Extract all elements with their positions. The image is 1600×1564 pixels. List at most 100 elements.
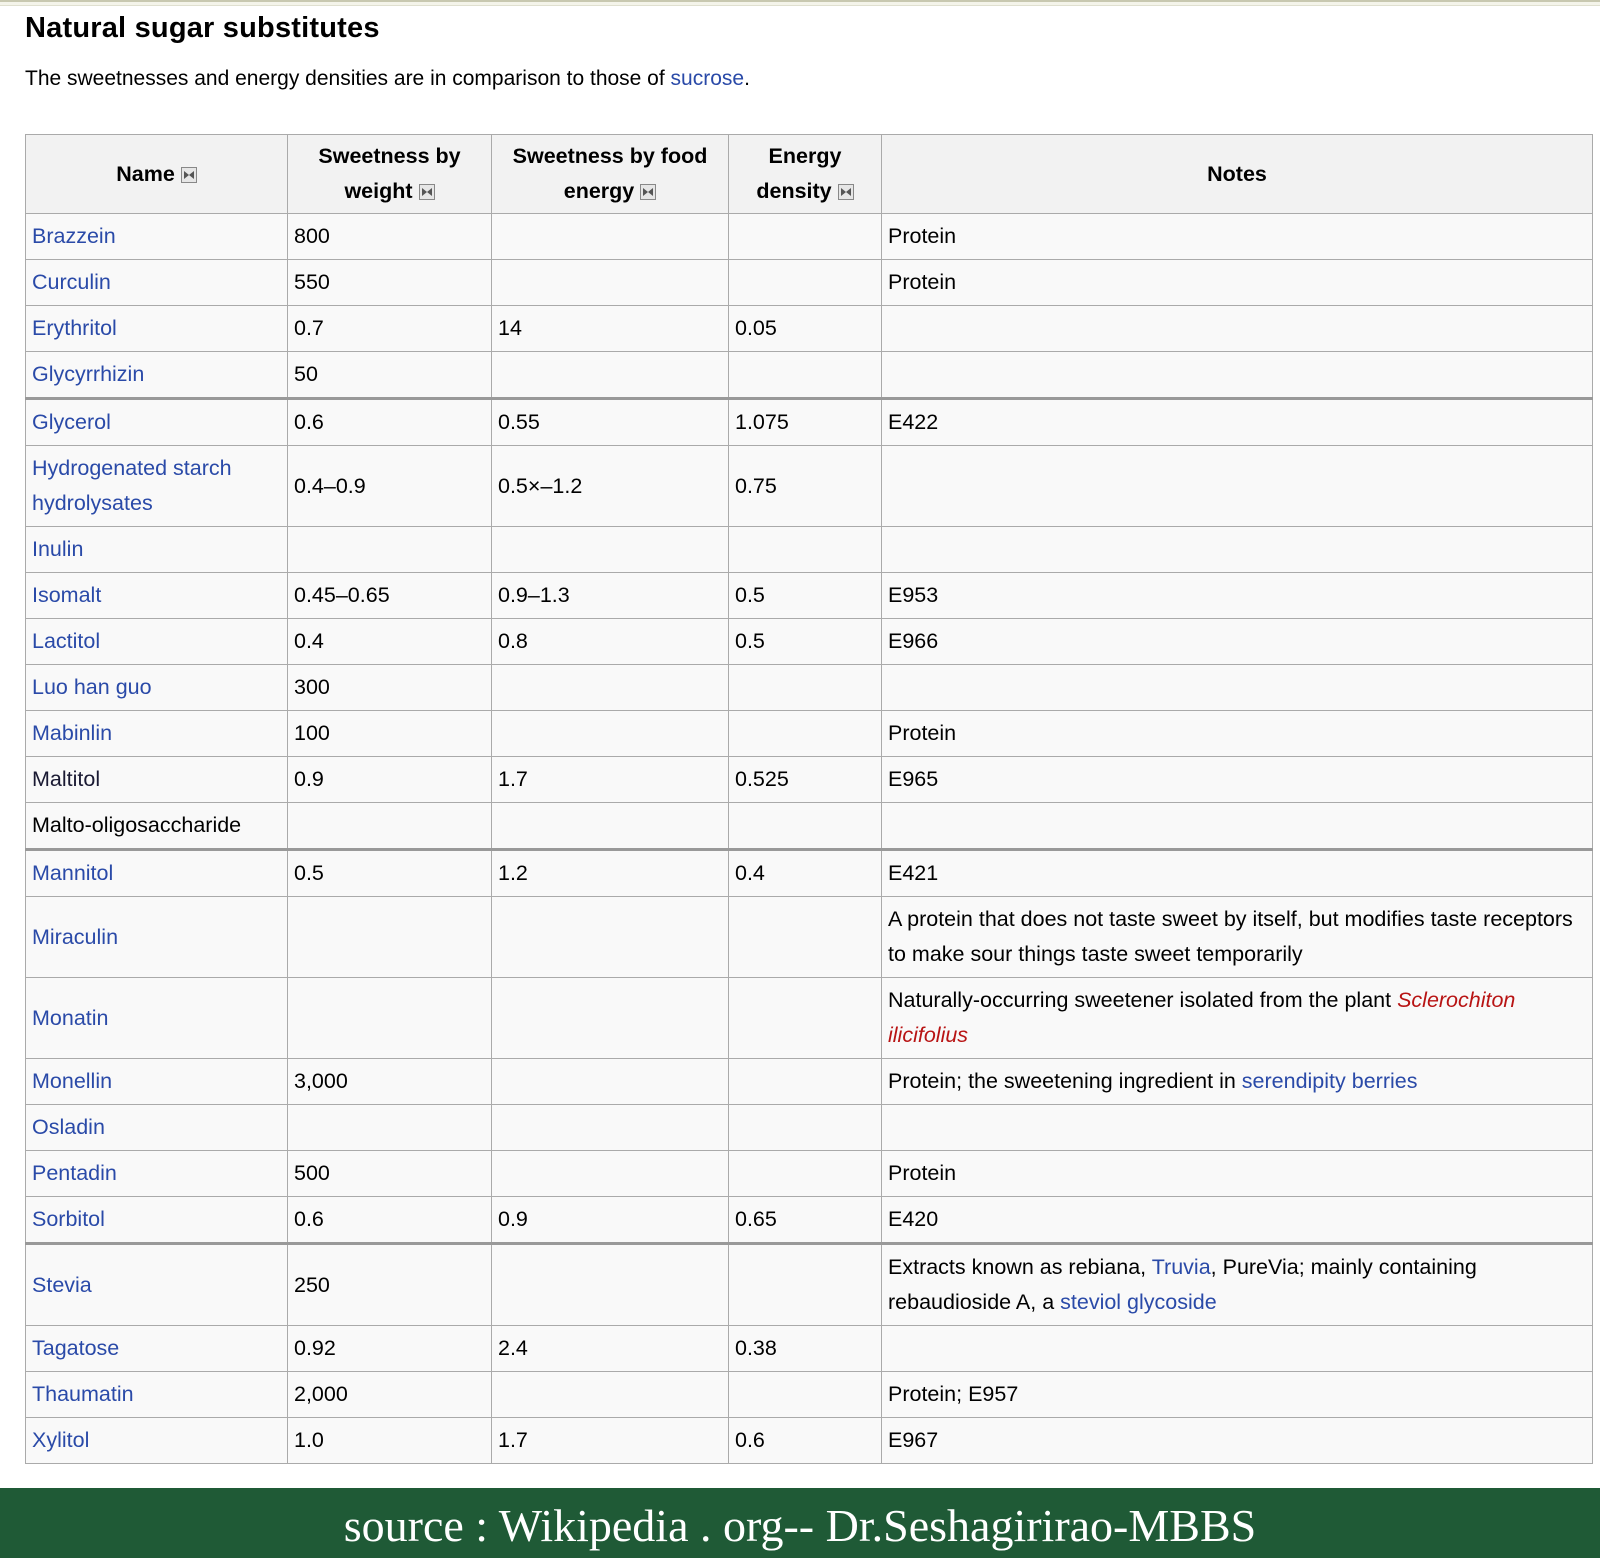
cell-sweetness-weight: 0.6 [287, 397, 492, 446]
header-sweetness-energy-label: Sweetness by food energy [512, 144, 708, 203]
cell-sweetness-energy [491, 1242, 729, 1326]
cell-sweetness-weight: 0.4–0.9 [287, 445, 492, 527]
cell-name: Xylitol [25, 1417, 288, 1464]
header-energy-density-label: Energy density [756, 144, 842, 203]
cell-sweetness-weight: 500 [287, 1150, 492, 1197]
substance-link[interactable]: Xylitol [32, 1428, 89, 1452]
cell-sweetness-weight: 250 [287, 1242, 492, 1326]
notes-text: Protein; E957 [888, 1382, 1019, 1406]
cell-energy-density [728, 710, 882, 757]
notes-text: A protein that does not taste sweet by i… [888, 907, 1573, 966]
header-name[interactable]: Name [25, 134, 288, 214]
cell-sweetness-energy: 0.5×–1.2 [491, 445, 729, 527]
sucrose-link[interactable]: sucrose [671, 67, 745, 90]
header-sweetness-energy[interactable]: Sweetness by food energy [491, 134, 729, 214]
substance-link[interactable]: Tagatose [32, 1336, 119, 1360]
cell-name: Pentadin [25, 1150, 288, 1197]
sort-icon[interactable] [180, 166, 197, 183]
cell-sweetness-energy [491, 710, 729, 757]
substance-link[interactable]: Hydrogenated starch hydrolysates [32, 456, 232, 515]
substance-link[interactable]: Sorbitol [32, 1207, 105, 1231]
cell-name: Thaumatin [25, 1371, 288, 1418]
substance-link[interactable]: Brazzein [32, 224, 116, 248]
table-header-row: Name Sweetness by weight Sweetness by fo… [25, 134, 1593, 214]
notes-text: E966 [888, 629, 939, 653]
cell-sweetness-energy: 1.7 [491, 756, 729, 803]
cell-sweetness-weight: 0.6 [287, 1196, 492, 1244]
cell-sweetness-weight: 800 [287, 213, 492, 260]
substance-link[interactable]: Lactitol [32, 629, 100, 653]
sort-icon[interactable] [418, 184, 435, 200]
cell-name: Miraculin [25, 896, 288, 978]
substance-link[interactable]: Monatin [32, 1006, 109, 1030]
header-notes-label: Notes [1207, 161, 1267, 186]
cell-notes [881, 1325, 1593, 1372]
cell-notes: Protein [881, 259, 1593, 306]
cell-notes: Protein; the sweetening ingredient in se… [881, 1058, 1593, 1105]
table-row: Malto-oligosaccharide [25, 802, 1593, 850]
substance-link[interactable]: Mabinlin [32, 721, 112, 745]
cell-notes: Protein [881, 710, 1593, 757]
cell-energy-density [728, 896, 882, 978]
sugar-substitutes-table: Name Sweetness by weight Sweetness by fo… [25, 134, 1593, 1464]
notes-link[interactable]: serendipity berries [1242, 1069, 1418, 1093]
notes-text: Extracts known as rebiana, [888, 1255, 1152, 1279]
header-name-label: Name [116, 161, 175, 186]
cell-sweetness-energy [491, 1150, 729, 1197]
cell-energy-density [728, 1104, 882, 1151]
cell-name: Curculin [25, 259, 288, 306]
substance-link[interactable]: Isomalt [32, 583, 101, 607]
sort-icon[interactable] [837, 184, 854, 200]
cell-sweetness-energy: 2.4 [491, 1325, 729, 1372]
steviol-glycoside-link[interactable]: steviol glycoside [1060, 1290, 1217, 1314]
substance-link[interactable]: Curculin [32, 270, 111, 294]
substance-link[interactable]: Thaumatin [32, 1382, 134, 1406]
truvia-link[interactable]: Truvia [1152, 1255, 1211, 1279]
cell-energy-density: 0.65 [728, 1196, 882, 1244]
cell-sweetness-energy: 0.9 [491, 1196, 729, 1244]
table-row: Monatin Naturally-occurring sweetener iso… [25, 977, 1593, 1059]
substance-link[interactable]: Glycerol [32, 410, 111, 434]
cell-energy-density: 0.5 [728, 618, 882, 665]
substance-link[interactable]: Erythritol [32, 316, 117, 340]
cell-name: Maltitol [25, 756, 288, 803]
table-body: Brazzein 800 Protein Curculin 550 Protein Eryt… [25, 213, 1593, 1464]
substance-link[interactable]: Miraculin [32, 925, 118, 949]
substance-link[interactable]: Mannitol [32, 861, 113, 885]
cell-notes: Extracts known as rebiana, Truvia, PureV… [881, 1242, 1593, 1326]
substance-link[interactable]: Pentadin [32, 1161, 117, 1185]
substance-link[interactable]: Osladin [32, 1115, 105, 1139]
header-sweetness-weight[interactable]: Sweetness by weight [287, 134, 492, 214]
header-energy-density[interactable]: Energy density [728, 134, 882, 214]
notes-text: E965 [888, 767, 939, 791]
cell-name: Lactitol [25, 618, 288, 665]
table-row: Xylitol 1.0 1.7 0.6 E967 [25, 1417, 1593, 1464]
cell-sweetness-weight: 0.9 [287, 756, 492, 803]
header-sweetness-weight-label: Sweetness by weight [318, 144, 461, 203]
notes-text: E420 [888, 1207, 939, 1231]
cell-notes [881, 305, 1593, 352]
table-row: Glycyrrhizin 50 [25, 351, 1593, 399]
substance-link[interactable]: Glycyrrhizin [32, 362, 144, 386]
cell-name: Glycerol [25, 397, 288, 446]
cell-name: Sorbitol [25, 1196, 288, 1244]
table-row: Lactitol 0.4 0.8 0.5 E966 [25, 618, 1593, 665]
cell-energy-density [728, 1058, 882, 1105]
substance-link[interactable]: Maltitol [32, 767, 100, 791]
table-row: Pentadin 500 Protein [25, 1150, 1593, 1197]
cell-notes: E420 [881, 1196, 1593, 1244]
substance-link[interactable]: Monellin [32, 1069, 112, 1093]
cell-name: Brazzein [25, 213, 288, 260]
substance-link[interactable]: Stevia [32, 1273, 92, 1297]
cell-sweetness-energy [491, 351, 729, 399]
cell-notes: E421 [881, 848, 1593, 897]
cell-energy-density: 0.75 [728, 445, 882, 527]
table-row: Stevia 250 Extracts known as rebiana, Truv… [25, 1242, 1593, 1326]
cell-sweetness-energy: 1.2 [491, 848, 729, 897]
sort-icon[interactable] [640, 184, 657, 200]
cell-sweetness-energy: 0.8 [491, 618, 729, 665]
substance-link[interactable]: Inulin [32, 537, 83, 561]
notes-text: E967 [888, 1428, 939, 1452]
cell-sweetness-weight [287, 526, 492, 573]
substance-link[interactable]: Luo han guo [32, 675, 152, 699]
